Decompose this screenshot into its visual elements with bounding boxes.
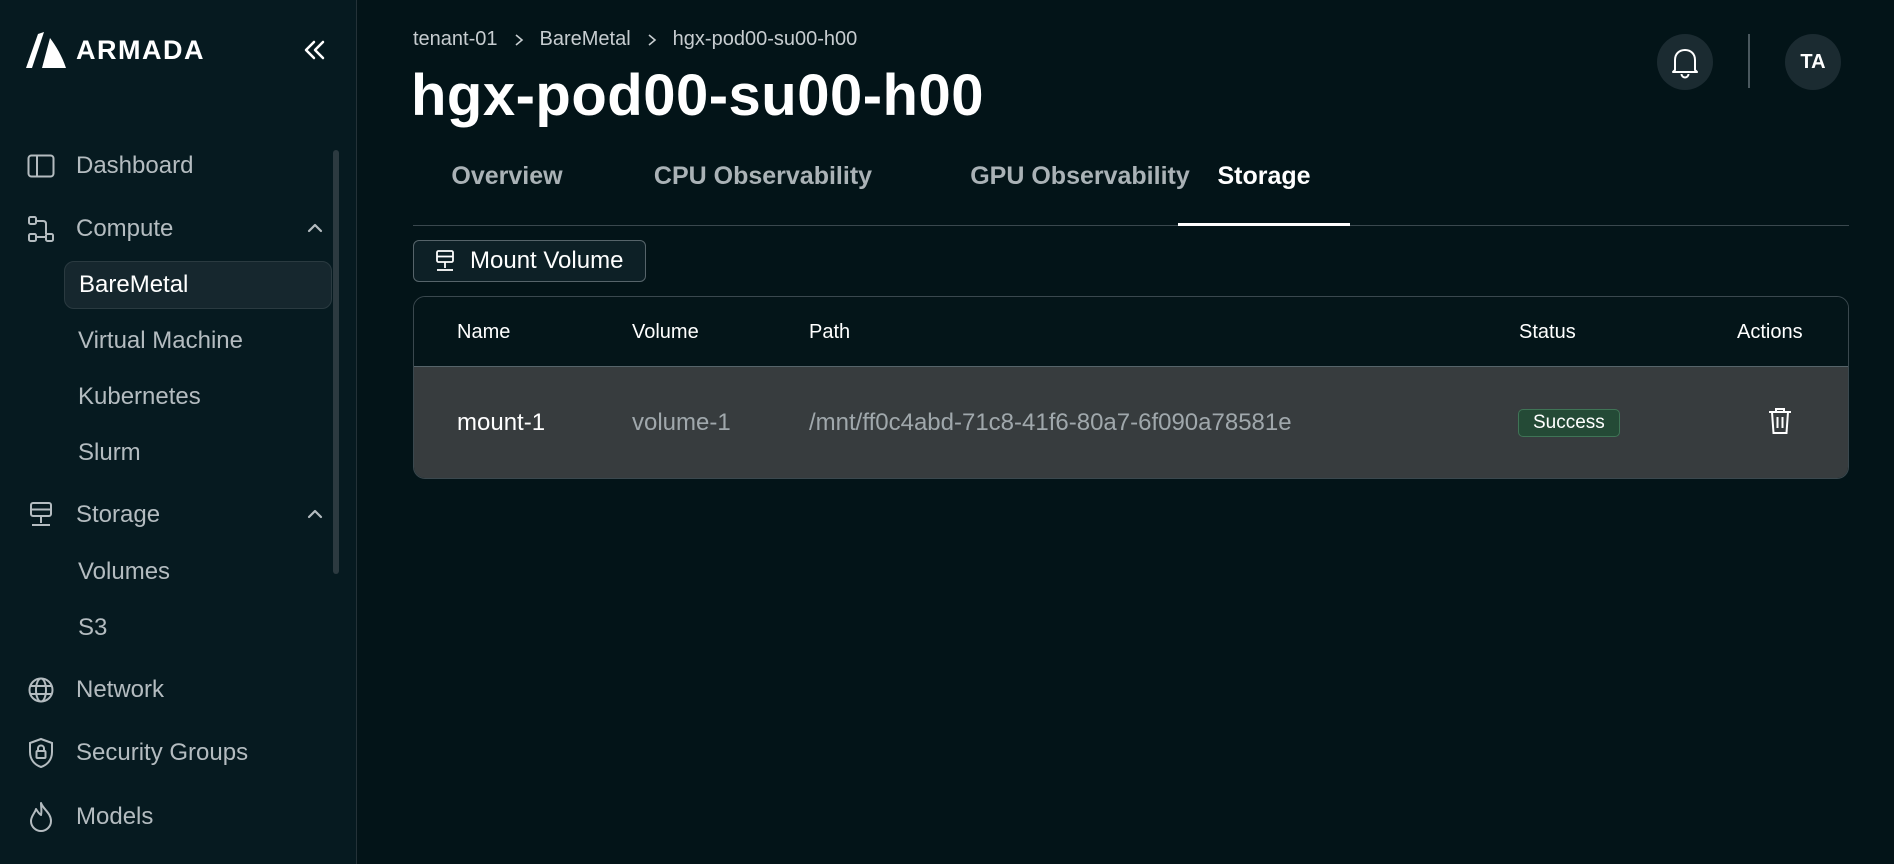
tab-overview[interactable]: Overview bbox=[413, 150, 601, 226]
sidebar-item-label: Compute bbox=[76, 215, 174, 242]
brand-logo[interactable]: ARMADA bbox=[22, 28, 205, 72]
mount-volume-button[interactable]: Mount Volume bbox=[413, 240, 646, 282]
flame-icon bbox=[26, 802, 56, 832]
breadcrumb-item-current: hgx-pod00-su00-h00 bbox=[672, 28, 858, 50]
table-row[interactable]: mount-1 volume-1 /mnt/ff0c4abd-71c8-41f6… bbox=[414, 367, 1848, 478]
table-header: Name Volume Path Status Actions bbox=[414, 297, 1848, 367]
avatar[interactable]: TA bbox=[1785, 34, 1841, 90]
cell-path: /mnt/ff0c4abd-71c8-41f6-80a7-6f090a78581… bbox=[809, 409, 1292, 436]
sidebar-item-label: Models bbox=[76, 803, 154, 830]
header-divider bbox=[1748, 34, 1750, 88]
delete-mount-button[interactable] bbox=[1764, 403, 1796, 439]
server-icon bbox=[26, 500, 56, 530]
globe-icon bbox=[26, 675, 56, 705]
sidebar-item-storage[interactable]: Storage bbox=[26, 495, 326, 535]
mount-volume-label: Mount Volume bbox=[470, 247, 624, 274]
double-chevron-left-icon bbox=[304, 40, 325, 60]
sidebar-item-label: Dashboard bbox=[76, 152, 194, 179]
sidebar-item-label: Security Groups bbox=[76, 739, 249, 766]
sidebar-item-compute[interactable]: Compute bbox=[26, 209, 326, 249]
sidebar-item-baremetal[interactable]: BareMetal bbox=[64, 261, 332, 309]
compute-nodes-icon bbox=[26, 214, 56, 244]
sidebar-item-label: Storage bbox=[76, 501, 161, 528]
chevron-up-icon[interactable] bbox=[304, 217, 326, 239]
sidebar-item-network[interactable]: Network bbox=[26, 670, 326, 710]
breadcrumb-item-tenant[interactable]: tenant-01 bbox=[413, 28, 498, 51]
sidebar-item-volumes[interactable]: Volumes bbox=[64, 548, 332, 596]
chevron-up-icon[interactable] bbox=[304, 503, 326, 525]
server-icon bbox=[436, 250, 454, 271]
armada-logo-icon bbox=[26, 32, 66, 68]
column-header-name[interactable]: Name bbox=[457, 321, 510, 344]
sidebar-item-dashboard[interactable]: Dashboard bbox=[26, 146, 326, 186]
sidebar-item-virtual-machine[interactable]: Virtual Machine bbox=[64, 317, 332, 365]
sidebar-item-kubernetes[interactable]: Kubernetes bbox=[64, 373, 332, 421]
breadcrumb: tenant-01 BareMetal hgx-pod00-su00-h00 bbox=[413, 28, 857, 51]
breadcrumb-item-baremetal[interactable]: BareMetal bbox=[540, 28, 631, 51]
column-header-volume[interactable]: Volume bbox=[632, 321, 699, 344]
chevron-right-icon bbox=[515, 33, 523, 46]
status-badge: Success bbox=[1518, 409, 1620, 437]
cell-name: mount-1 bbox=[457, 409, 546, 436]
sidebar-item-models[interactable]: Models bbox=[26, 797, 326, 837]
tab-storage[interactable]: Storage bbox=[1178, 150, 1350, 226]
column-header-path[interactable]: Path bbox=[809, 321, 850, 344]
shield-lock-icon bbox=[26, 737, 56, 769]
sidebar-item-label: Network bbox=[76, 676, 165, 703]
sidebar-item-slurm[interactable]: Slurm bbox=[64, 429, 332, 477]
notifications-button[interactable] bbox=[1657, 34, 1713, 90]
column-header-actions: Actions bbox=[1737, 321, 1803, 343]
tab-bar: Overview CPU Observability GPU Observabi… bbox=[413, 150, 1849, 226]
sidebar-item-s3[interactable]: S3 bbox=[64, 604, 332, 652]
sidebar-item-security-groups[interactable]: Security Groups bbox=[26, 733, 326, 773]
page-title: hgx-pod00-su00-h00 bbox=[411, 63, 984, 128]
collapse-sidebar-button[interactable] bbox=[296, 32, 332, 68]
cell-volume: volume-1 bbox=[632, 409, 731, 436]
tab-cpu-observability[interactable]: CPU Observability bbox=[608, 150, 918, 226]
sidebar-scrollbar[interactable] bbox=[333, 150, 339, 574]
mounts-table: Name Volume Path Status Actions mount-1 … bbox=[413, 296, 1849, 479]
column-header-status[interactable]: Status bbox=[1519, 321, 1576, 344]
sidebar-panel-icon bbox=[26, 151, 56, 181]
bell-icon bbox=[1672, 49, 1698, 79]
brand-name: ARMADA bbox=[76, 34, 205, 65]
sidebar: ARMADA Dashboard Compute BareMetal Virtu… bbox=[0, 0, 357, 864]
chevron-right-icon bbox=[648, 33, 656, 46]
trash-icon bbox=[1769, 408, 1791, 434]
